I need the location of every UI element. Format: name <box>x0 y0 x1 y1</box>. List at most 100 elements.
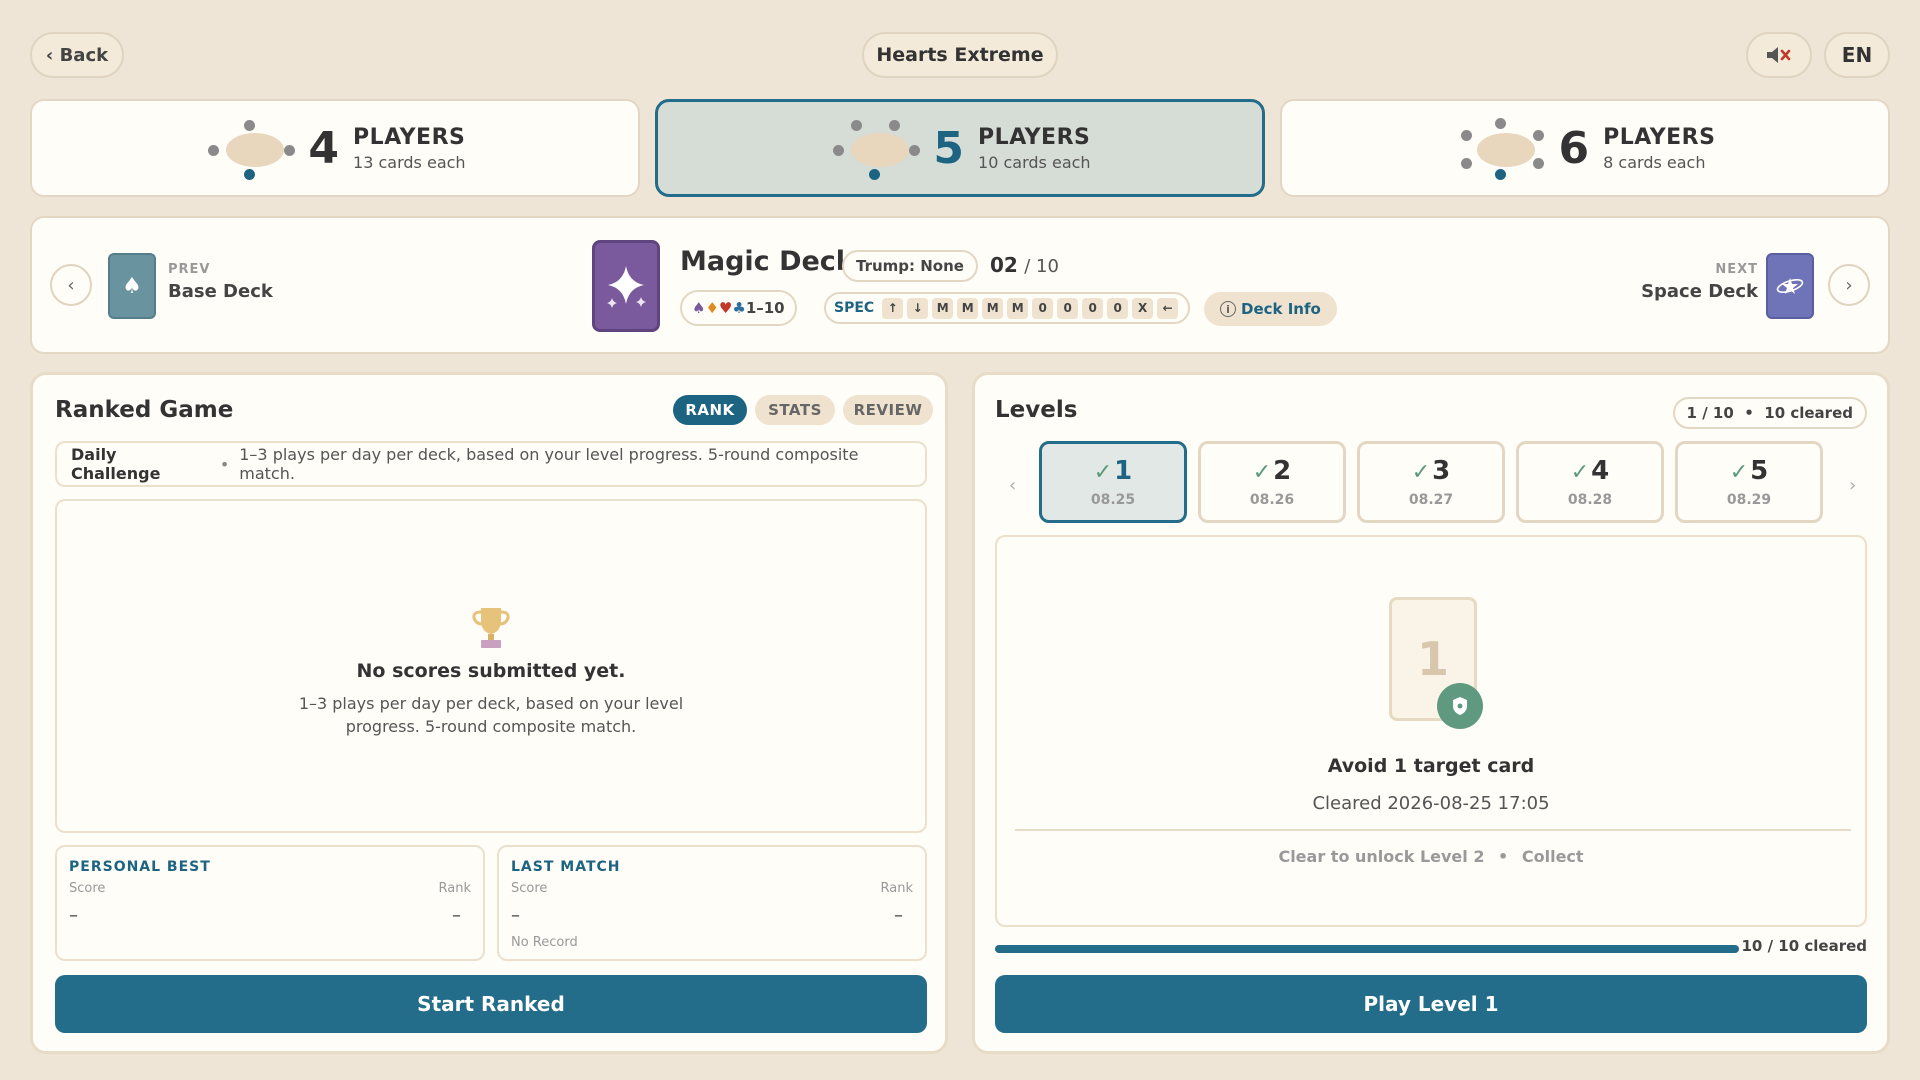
start-ranked-button[interactable]: Start Ranked <box>55 975 927 1033</box>
cards-each: 13 cards each <box>353 152 466 172</box>
check-icon: ✓ <box>1570 460 1590 485</box>
daily-challenge-bar: Daily Challenge • 1–3 plays per day per … <box>55 441 927 487</box>
progress-fill <box>995 945 1739 953</box>
level-number: 2 <box>1273 456 1292 486</box>
last-match-title: LAST MATCH <box>511 859 621 875</box>
next-deck-button[interactable]: › <box>1828 264 1870 306</box>
level-number: 5 <box>1750 456 1769 486</box>
rank-label: Rank <box>880 881 913 896</box>
sparkle-icon <box>607 266 646 308</box>
table-4-icon <box>204 118 296 180</box>
level-date: 08.27 <box>1408 492 1454 508</box>
player-option-4[interactable]: 4 PLAYERS 13 cards each <box>30 99 640 197</box>
deck-info-label: Deck Info <box>1241 300 1321 318</box>
next-deck-name[interactable]: Space Deck <box>1641 281 1758 302</box>
player-option-6[interactable]: 6 PLAYERS 8 cards each <box>1280 99 1890 197</box>
next-deck-card[interactable] <box>1766 253 1814 319</box>
ranked-panel: Ranked Game RANK STATS REVIEW Daily Chal… <box>30 372 948 1054</box>
spec-key: 0 <box>1107 297 1129 319</box>
spec-label: SPEC <box>834 300 875 316</box>
trump-chip: Trump: None <box>842 250 978 282</box>
level-date: 08.26 <box>1249 492 1295 508</box>
spec-key: 0 <box>1057 297 1079 319</box>
rank-value: – <box>452 905 461 926</box>
current-deck-name: Magic Deck <box>680 246 854 277</box>
check-icon: ✓ <box>1729 460 1749 485</box>
player-count: 5 <box>933 122 965 174</box>
play-level-button[interactable]: Play Level 1 <box>995 975 1867 1033</box>
levels-title: Levels <box>995 397 1078 423</box>
spade-icon: ♠ <box>122 273 142 299</box>
level-goal: Avoid 1 target card <box>1327 755 1535 777</box>
speaker-muted-icon <box>1767 47 1791 63</box>
planet-icon <box>1776 278 1804 294</box>
next-caption: NEXT <box>1715 262 1758 277</box>
spec-key: ↑ <box>882 297 904 319</box>
chevron-left-icon: ‹ <box>67 274 75 296</box>
player-option-5[interactable]: 5 PLAYERS 10 cards each <box>655 99 1265 197</box>
level-tile-1[interactable]: ✓1 08.25 <box>1039 441 1187 523</box>
check-icon: ✓ <box>1252 460 1272 485</box>
spec-key: M <box>982 297 1004 319</box>
suit-range-chip: ♠ ♦ ♥ ♣ 1–10 <box>680 290 797 326</box>
levels-scroll-left[interactable]: ‹ <box>1009 475 1016 496</box>
current-deck-card <box>592 240 660 332</box>
card-range: 1–10 <box>745 299 785 317</box>
table-6-icon <box>1455 118 1545 180</box>
club-suit-icon: ♣ <box>732 299 746 317</box>
cards-each: 8 cards each <box>1603 152 1706 172</box>
level-date: 08.25 <box>1090 492 1136 508</box>
level-detail: 1 Avoid 1 target card Cleared 2026-08-25… <box>995 535 1867 927</box>
level-tile-5[interactable]: ✓5 08.29 <box>1675 441 1823 523</box>
spec-key: ← <box>1157 297 1179 319</box>
player-count: 4 <box>308 122 340 174</box>
level-tile-4[interactable]: ✓4 08.28 <box>1516 441 1664 523</box>
unlock-row: Clear to unlock Level 2 • Collect <box>997 847 1865 866</box>
back-button[interactable]: ‹ Back <box>30 32 124 78</box>
leaderboard-empty: No scores submitted yet. 1–3 plays per d… <box>55 499 927 833</box>
tab-review[interactable]: REVIEW <box>843 395 933 425</box>
divider <box>1015 829 1851 831</box>
levels-panel: Levels 1 / 10 • 10 cleared ‹ ✓1 08.25 ✓2… <box>972 372 1890 1054</box>
player-label: PLAYERS <box>978 124 1091 150</box>
progress-text: 10 / 10 cleared <box>1741 937 1867 955</box>
spec-key: M <box>932 297 954 319</box>
chevron-right-icon: › <box>1849 475 1857 496</box>
unlock-text: Clear to unlock Level 2 <box>1278 847 1485 866</box>
diamond-suit-icon: ♦ <box>705 299 719 317</box>
separator-dot: • <box>1498 847 1509 866</box>
spec-key: 0 <box>1082 297 1104 319</box>
spade-suit-icon: ♠ <box>692 299 706 317</box>
level-tile-3[interactable]: ✓3 08.27 <box>1357 441 1505 523</box>
mute-button[interactable] <box>1746 32 1812 78</box>
ranked-title: Ranked Game <box>55 397 234 423</box>
separator-dot: • <box>219 454 230 474</box>
level-tile-2[interactable]: ✓2 08.26 <box>1198 441 1346 523</box>
tab-stats[interactable]: STATS <box>755 395 835 425</box>
prev-deck-card[interactable]: ♠ <box>108 253 156 319</box>
level-date: 08.28 <box>1567 492 1613 508</box>
score-label: Score <box>511 881 548 896</box>
deck-selector: ‹ ♠ PREV Base Deck Magic Deck Trump: Non… <box>30 216 1890 354</box>
levels-scroll-right[interactable]: › <box>1849 475 1856 496</box>
language-button[interactable]: EN <box>1824 32 1890 78</box>
rank-label: Rank <box>438 881 471 896</box>
prev-deck-name[interactable]: Base Deck <box>168 281 273 302</box>
level-number: 3 <box>1432 456 1451 486</box>
score-value: – <box>511 905 520 926</box>
tab-rank[interactable]: RANK <box>673 395 747 425</box>
deck-info-button[interactable]: i Deck Info <box>1204 292 1337 326</box>
daily-title: Daily Challenge <box>71 445 161 483</box>
shield-badge <box>1437 683 1483 729</box>
score-label: Score <box>69 881 106 896</box>
prev-deck-button[interactable]: ‹ <box>50 264 92 306</box>
player-label: PLAYERS <box>1603 124 1716 150</box>
spec-key: M <box>957 297 979 319</box>
chevron-right-icon: › <box>1845 274 1853 296</box>
heart-suit-icon: ♥ <box>718 299 733 317</box>
collect-link[interactable]: Collect <box>1522 847 1584 866</box>
spec-key: M <box>1007 297 1029 319</box>
personal-best-card: PERSONAL BEST Score Rank – – <box>55 845 485 961</box>
trophy-icon <box>472 607 510 648</box>
level-number: 4 <box>1591 456 1610 486</box>
